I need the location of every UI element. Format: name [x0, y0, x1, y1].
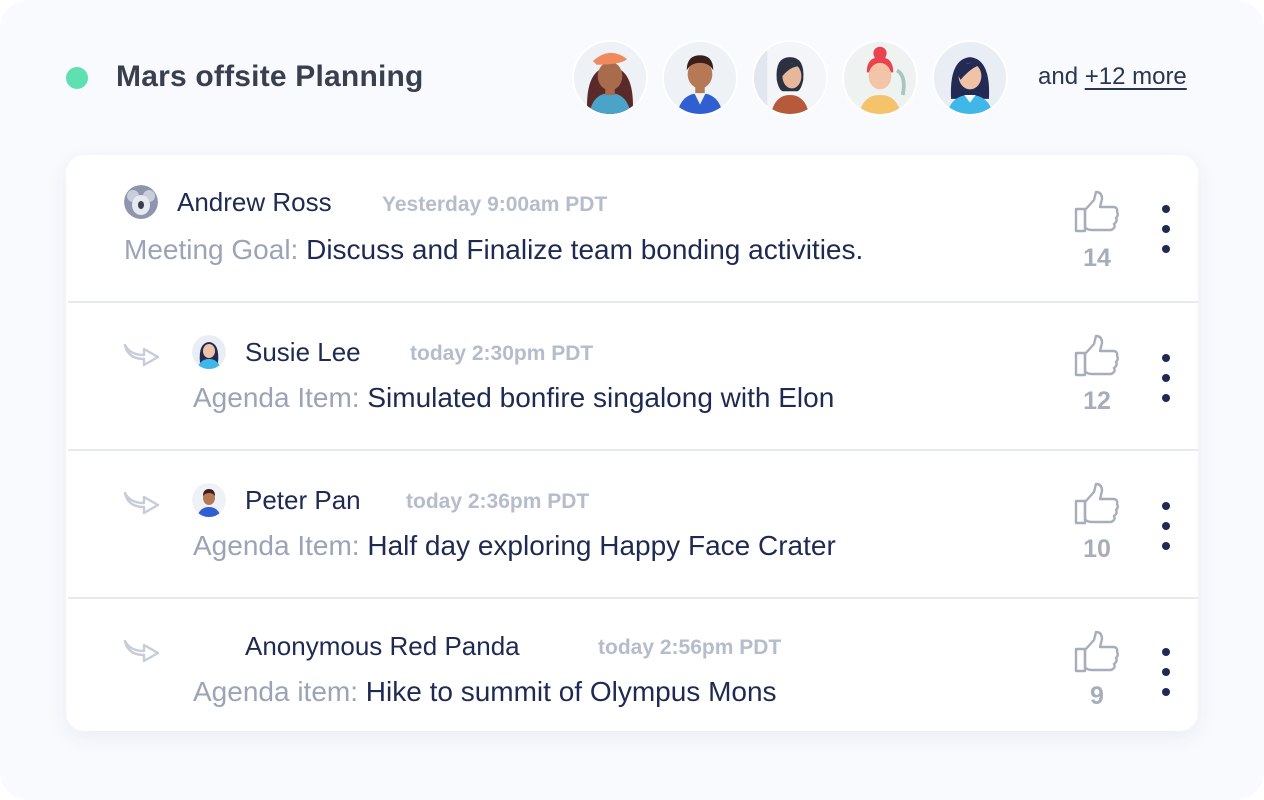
- woman-beret-avatar: [574, 42, 646, 114]
- post-row: Anonymous Red Panda today 2:56pm PDT Age…: [66, 599, 1198, 731]
- more-options-button[interactable]: [1154, 502, 1178, 562]
- post-author: Anonymous Red Panda: [245, 631, 520, 661]
- more-options-button[interactable]: [1154, 354, 1178, 414]
- post-row: Andrew Ross Yesterday 9:00am PDT Meeting…: [66, 155, 1198, 301]
- panel-header: Mars offsite Planning and +12 more: [0, 0, 1264, 155]
- post-message: Meeting Goal: Discuss and Finalize team …: [124, 232, 863, 268]
- woman-blue-avatar: [934, 42, 1006, 114]
- woman-avatar[interactable]: [192, 335, 226, 369]
- participant-avatar-2[interactable]: [662, 40, 738, 116]
- post-row: Peter Pan today 2:36pm PDT Agenda Item: …: [66, 451, 1198, 597]
- post-message: Agenda Item: Half day exploring Happy Fa…: [193, 528, 836, 564]
- participant-avatar-5[interactable]: [932, 40, 1008, 116]
- post-author: Susie Lee: [245, 337, 361, 367]
- post-text: Discuss and Finalize team bonding activi…: [306, 234, 864, 265]
- posts-card: Andrew Ross Yesterday 9:00am PDT Meeting…: [66, 155, 1198, 731]
- post-timestamp: Yesterday 9:00am PDT: [382, 193, 608, 216]
- discussion-panel: Mars offsite Planning and +12 more Andre…: [0, 0, 1264, 800]
- like-button[interactable]: 14: [1072, 189, 1122, 272]
- post-author: Andrew Ross: [177, 187, 332, 217]
- thumbs-up-icon: [1074, 630, 1119, 673]
- post-label: Agenda Item:: [193, 530, 360, 561]
- reply-arrow-icon: [123, 343, 160, 367]
- more-participants: and +12 more: [1038, 62, 1187, 92]
- page-title: Mars offsite Planning: [116, 60, 424, 93]
- participant-avatar-1[interactable]: [572, 40, 648, 116]
- post-message: Agenda item: Hike to summit of Olympus M…: [193, 674, 777, 710]
- like-button[interactable]: 12: [1072, 333, 1122, 415]
- like-button[interactable]: 9: [1072, 629, 1122, 710]
- like-count: 12: [1083, 387, 1111, 415]
- post-timestamp: today 2:30pm PDT: [410, 342, 594, 365]
- man-avatar: [664, 42, 736, 114]
- woman-red-hair-avatar: [844, 42, 916, 114]
- woman-dark-hair-avatar: [754, 42, 826, 114]
- reply-arrow-icon: [123, 491, 160, 515]
- post-label: Agenda item:: [193, 676, 358, 707]
- status-indicator: [66, 67, 88, 89]
- post-row: Susie Lee today 2:30pm PDT Agenda Item: …: [66, 303, 1198, 449]
- participant-avatar-4[interactable]: [842, 40, 918, 116]
- koala-avatar[interactable]: [124, 185, 158, 219]
- post-author: Peter Pan: [245, 485, 361, 515]
- reply-arrow-icon: [123, 639, 160, 663]
- thumbs-up-icon: [1074, 482, 1119, 525]
- post-label: Meeting Goal:: [124, 234, 299, 265]
- like-button[interactable]: 10: [1072, 481, 1122, 563]
- post-timestamp: today 2:56pm PDT: [598, 636, 782, 659]
- thumbs-up-icon: [1074, 190, 1119, 233]
- like-count: 9: [1090, 682, 1104, 710]
- participant-avatar-3[interactable]: [752, 40, 828, 116]
- post-timestamp: today 2:36pm PDT: [406, 490, 590, 513]
- post-text: Simulated bonfire singalong with Elon: [367, 382, 835, 413]
- like-count: 14: [1083, 244, 1111, 272]
- post-text: Half day exploring Happy Face Crater: [367, 530, 836, 561]
- more-prefix: and: [1038, 63, 1079, 90]
- man-avatar[interactable]: [192, 483, 226, 517]
- post-text: Hike to summit of Olympus Mons: [365, 676, 777, 707]
- more-options-button[interactable]: [1154, 648, 1178, 708]
- post-label: Agenda Item:: [193, 382, 360, 413]
- more-participants-link[interactable]: +12 more: [1085, 63, 1187, 90]
- like-count: 10: [1083, 535, 1111, 563]
- post-message: Agenda Item: Simulated bonfire singalong…: [193, 380, 834, 416]
- more-options-button[interactable]: [1154, 205, 1178, 265]
- thumbs-up-icon: [1074, 334, 1119, 377]
